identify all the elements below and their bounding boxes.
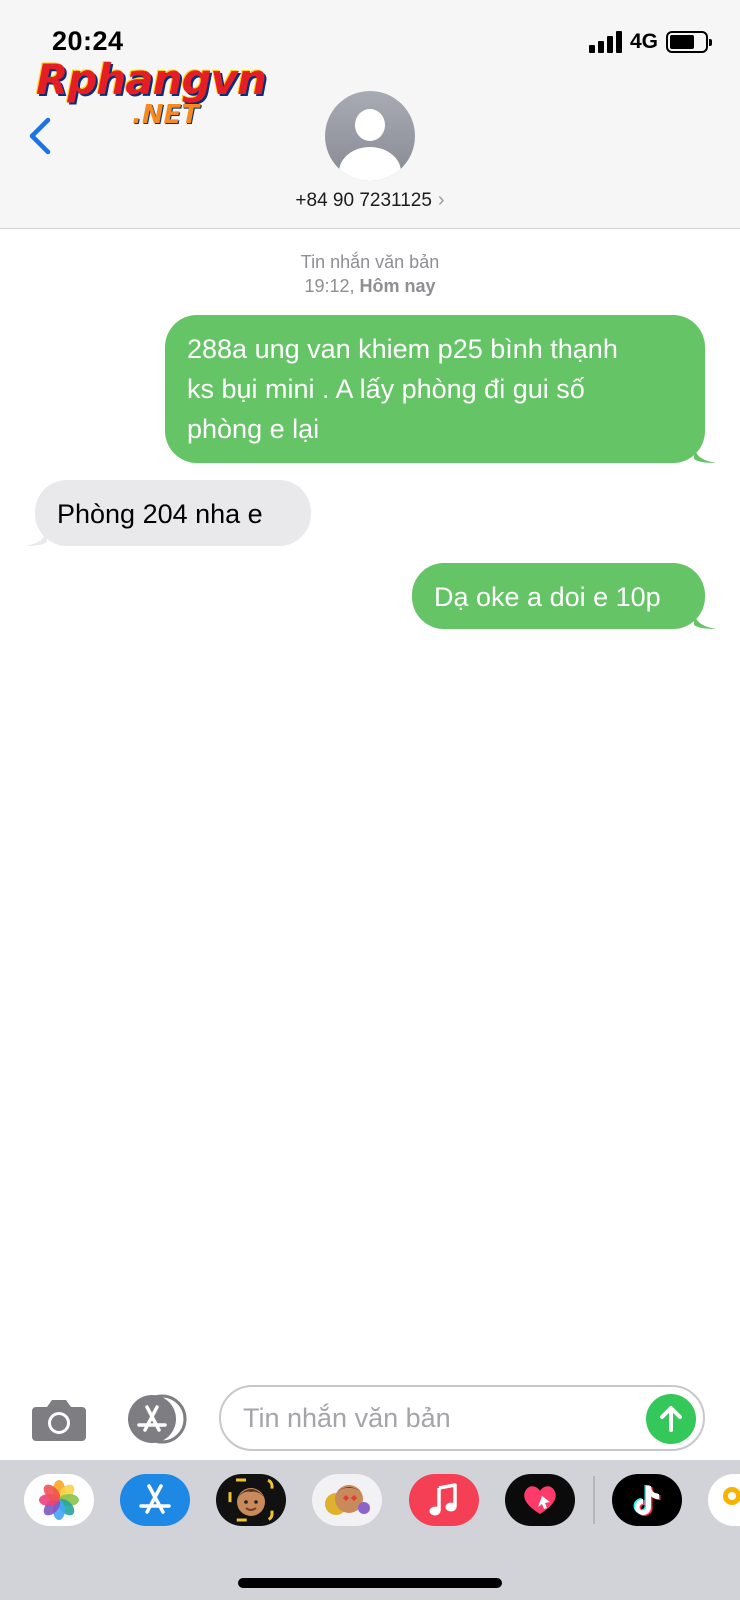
message-line: ks bụi mini . A lấy phòng đi gui số: [187, 374, 585, 404]
memoji-app-button[interactable]: [216, 1474, 286, 1526]
contact-number: +84 90 7231125: [295, 190, 432, 211]
map-pin-icon: [723, 1487, 740, 1505]
camera-button[interactable]: [30, 1395, 88, 1443]
watermark-logo-text: Rphangvn: [36, 55, 267, 104]
navigation-header: 20:24 4G Rphangvn .NET +84 90 7231125 ›: [0, 0, 740, 229]
photos-app-button[interactable]: [24, 1474, 94, 1526]
timestamp-day: Hôm nay: [359, 276, 436, 296]
incoming-bubble-tail: [25, 530, 47, 546]
tiktok-icon: [633, 1485, 661, 1516]
music-app-button[interactable]: [409, 1474, 479, 1526]
tiktok-app-button[interactable]: [612, 1474, 682, 1526]
outgoing-bubble-tail: [694, 613, 716, 629]
memoji-stickers-app-button[interactable]: [312, 1474, 382, 1526]
contact-name-button[interactable]: +84 90 7231125 ›: [0, 189, 740, 212]
message-input-field[interactable]: [219, 1385, 705, 1451]
home-indicator[interactable]: [238, 1578, 502, 1588]
memoji-stickers-icon: [325, 1485, 370, 1515]
message-line: Dạ oke a doi e 10p: [434, 582, 661, 612]
outgoing-message-bubble[interactable]: Dạ oke a doi e 10p: [412, 563, 705, 629]
chevron-right-icon: ›: [437, 189, 445, 211]
outgoing-bubble-tail: [694, 447, 716, 463]
chevron-left-icon: [29, 117, 51, 155]
incoming-message-bubble[interactable]: Phòng 204 nha e: [35, 480, 311, 546]
back-button[interactable]: [22, 112, 62, 160]
contact-avatar[interactable]: [325, 91, 415, 181]
app-store-app-button[interactable]: [120, 1474, 190, 1526]
camera-icon: [32, 1400, 86, 1441]
app-store-icon: [139, 1484, 171, 1514]
status-indicators: 4G: [588, 30, 712, 54]
service-label: Tin nhắn văn bản: [300, 252, 440, 272]
music-note-icon: [429, 1483, 457, 1516]
heart-touch-icon: [524, 1486, 556, 1514]
message-line: Phòng 204 nha e: [57, 499, 263, 529]
network-type: 4G: [629, 30, 658, 53]
memoji-icon: [228, 1478, 274, 1522]
message-line: phòng e lại: [187, 414, 320, 444]
message-timestamp: 19:12, Hôm nay: [0, 276, 740, 297]
battery-icon: [666, 31, 712, 53]
watermark-logo: Rphangvn .NET: [36, 55, 267, 131]
outgoing-message-bubble[interactable]: 288a ung van khiem p25 bình thạnh ks bụi…: [165, 315, 705, 463]
message-text-input[interactable]: [243, 1401, 633, 1435]
cellular-signal-icon: [588, 31, 622, 53]
photos-icon: [39, 1480, 79, 1520]
timestamp-time: 19:12,: [304, 276, 355, 296]
arrow-up-icon: [660, 1406, 682, 1432]
digital-touch-app-button[interactable]: [505, 1474, 575, 1526]
app-store-button[interactable]: [124, 1394, 190, 1444]
status-time: 20:24: [52, 26, 124, 56]
send-button[interactable]: [646, 1394, 696, 1444]
watermark-logo-suffix: .NET: [132, 100, 200, 130]
partial-app-button[interactable]: [708, 1474, 740, 1526]
app-store-icon: [128, 1394, 187, 1444]
message-line: 288a ung van khiem p25 bình thạnh: [187, 334, 618, 364]
drawer-divider: [593, 1476, 595, 1524]
